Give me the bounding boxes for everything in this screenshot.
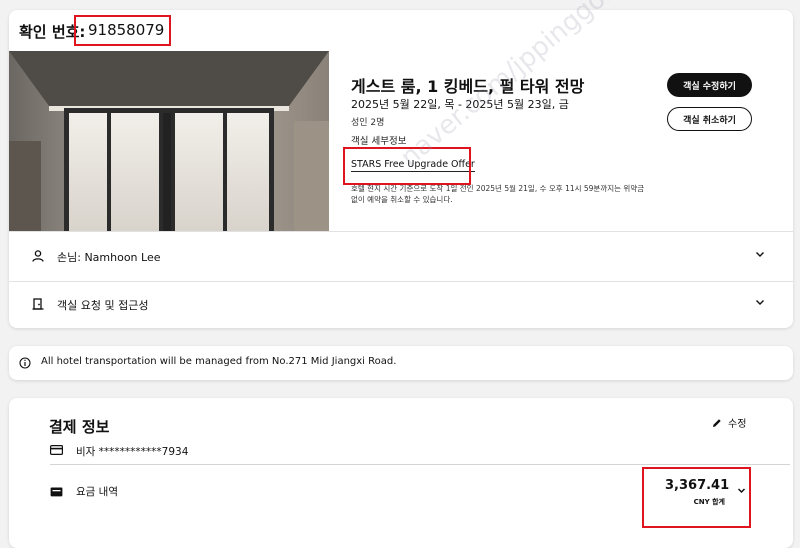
stay-dates: 2025년 5월 22일, 목 - 2025년 5월 23일, 금 [351, 98, 569, 111]
payment-card: 결제 정보 수정 비자 ************7934 요금 내역 3,367… [9, 398, 793, 548]
pencil-icon [713, 418, 721, 427]
guest-name: 손님: Namhoon Lee [57, 251, 161, 264]
info-icon [19, 357, 31, 369]
door-icon [32, 298, 44, 310]
edit-payment-button[interactable]: 수정 [712, 415, 746, 430]
edit-room-button[interactable]: 객실 수정하기 [667, 73, 752, 97]
wallet-icon [50, 487, 63, 497]
reservation-card: 확인 번호: 91858079 게스트 룸, 1 킹베드, 펄 타워 전망 20… [9, 10, 793, 328]
chevron-down-icon[interactable] [754, 248, 766, 260]
cancellation-policy: 호텔 현지 시간 기준으로 도착 1일 전인 2025년 5월 21일, 수 오… [351, 184, 645, 204]
notice-text: All hotel transportation will be managed… [41, 356, 397, 367]
guest-row[interactable]: 손님: Namhoon Lee [9, 234, 793, 280]
room-title: 게스트 룸, 1 킹베드, 펄 타워 전망 [351, 77, 585, 96]
guest-count: 성인 2명 [351, 118, 385, 128]
offer-highlight [343, 147, 471, 185]
requests-label: 객실 요청 및 접근성 [57, 299, 149, 312]
person-icon [32, 250, 44, 262]
confirmation-highlight [74, 15, 171, 46]
chevron-down-icon[interactable] [754, 296, 766, 308]
payment-title: 결제 정보 [49, 418, 110, 436]
edit-payment-label: 수정 [728, 419, 747, 430]
card-number: 비자 ************7934 [76, 446, 189, 458]
room-photo [9, 51, 329, 231]
cancel-room-button[interactable]: 객실 취소하기 [667, 107, 752, 131]
charges-label: 요금 내역 [76, 486, 118, 498]
transport-notice: All hotel transportation will be managed… [9, 346, 793, 380]
total-highlight [642, 467, 751, 528]
divider [50, 464, 790, 465]
requests-row[interactable]: 객실 요청 및 접근성 [9, 282, 793, 328]
credit-card-icon [50, 445, 63, 455]
divider [9, 231, 793, 232]
